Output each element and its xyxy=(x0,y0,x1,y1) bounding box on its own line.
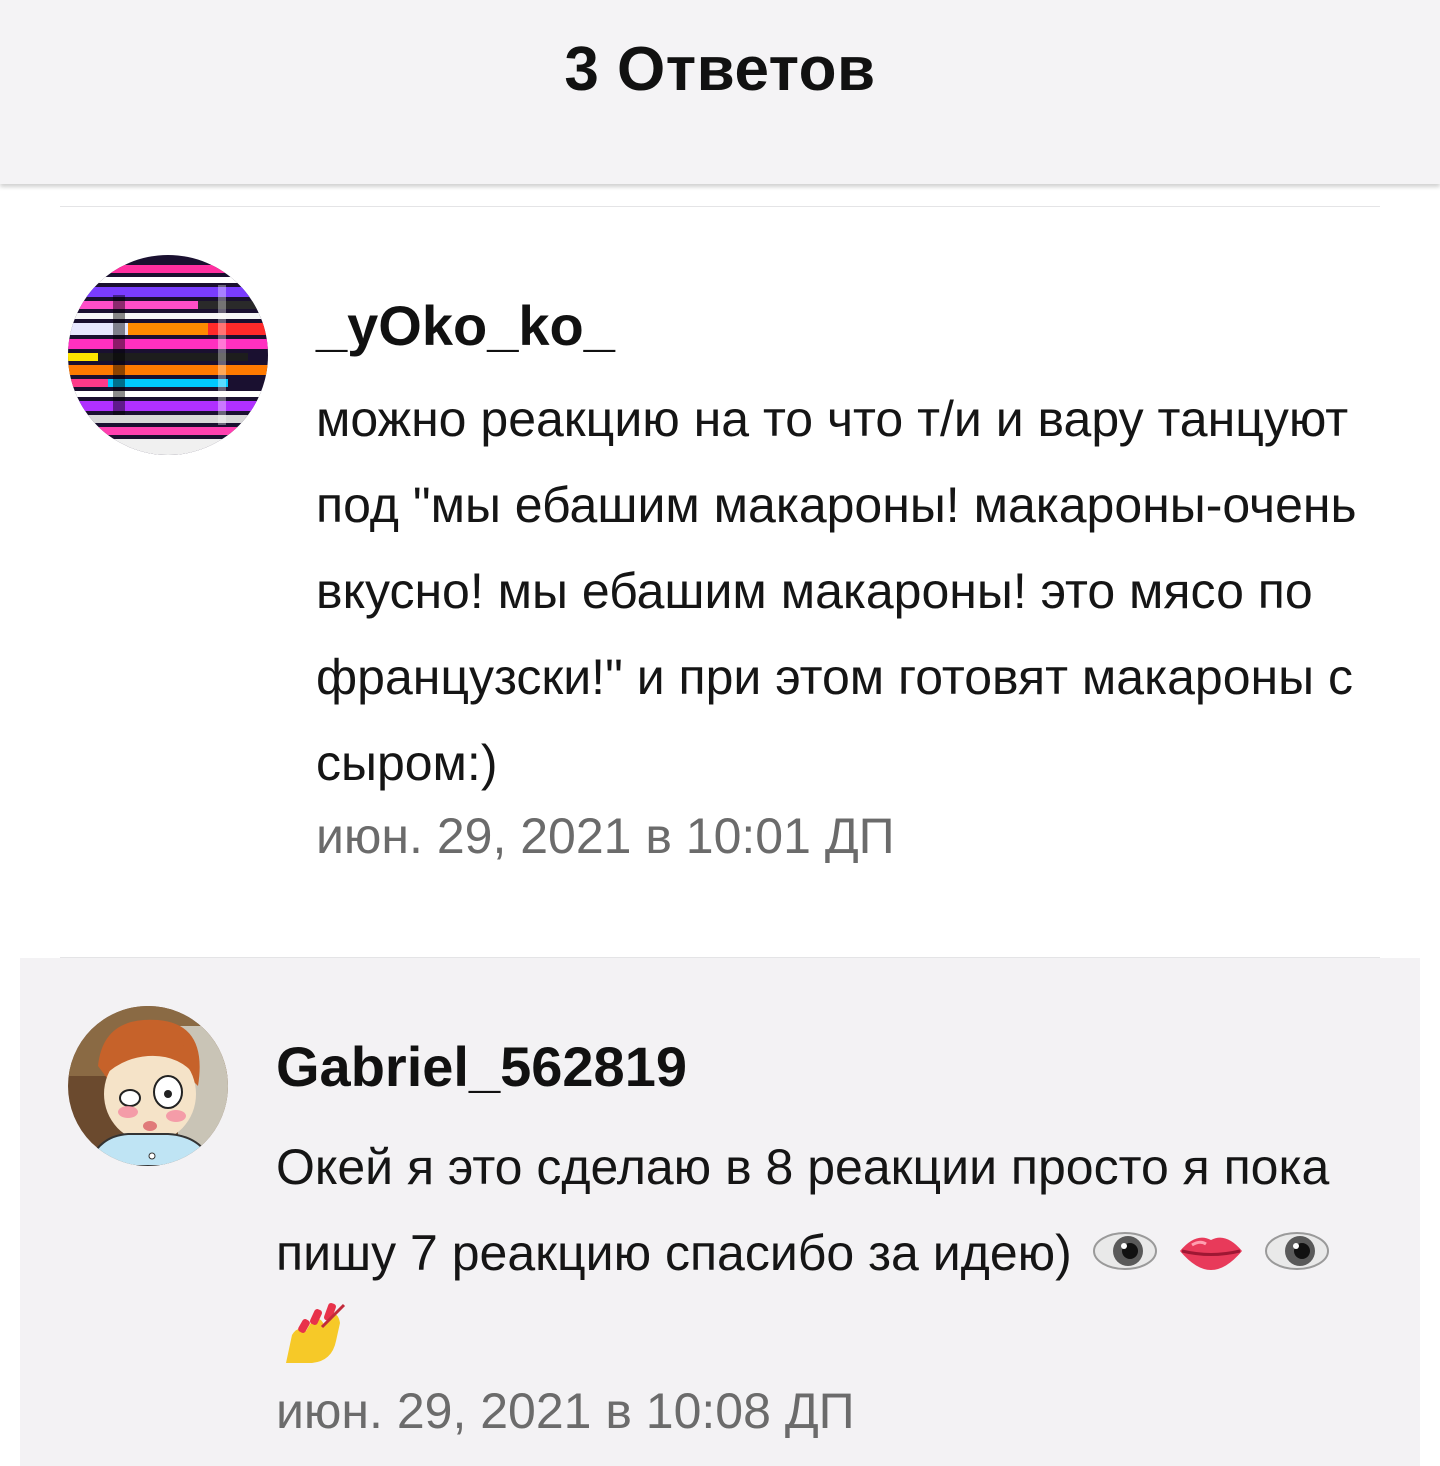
comment-username[interactable]: _yOko_ko_ xyxy=(316,293,615,358)
comment-item-highlighted: Gabriel_562819 Окей я это сделаю в 8 реа… xyxy=(20,958,1420,1466)
user-avatar[interactable] xyxy=(68,255,268,455)
header-title: 3 Ответов xyxy=(564,35,876,104)
cartoon-character-avatar-icon xyxy=(68,1006,228,1166)
replies-header: 3 Ответов xyxy=(0,0,1440,184)
divider xyxy=(60,957,1380,958)
comment-timestamp: июн. 29, 2021 в 10:08 ДП xyxy=(276,1383,855,1439)
eye-emoji-icon xyxy=(1264,1214,1330,1300)
comment-text: можно реакцию на то что т/и и вару танцу… xyxy=(316,391,1357,791)
eye-emoji-icon xyxy=(1092,1214,1158,1300)
comment-text: Окей я это сделаю в 8 реакции просто я п… xyxy=(276,1124,1356,1393)
glitch-art-avatar-icon xyxy=(68,255,268,455)
lips-emoji-icon xyxy=(1178,1214,1244,1300)
comment-username[interactable]: Gabriel_562819 xyxy=(276,1034,687,1099)
nail-polish-emoji-icon xyxy=(282,1301,348,1393)
comment-text-body: Окей я это сделаю в 8 реакции просто я п… xyxy=(276,1139,1330,1281)
comment-item: _yOko_ko_ можно реакцию на то что т/и и … xyxy=(0,207,1440,957)
user-avatar[interactable] xyxy=(68,1006,228,1166)
comment-timestamp: июн. 29, 2021 в 10:01 ДП xyxy=(316,808,895,864)
